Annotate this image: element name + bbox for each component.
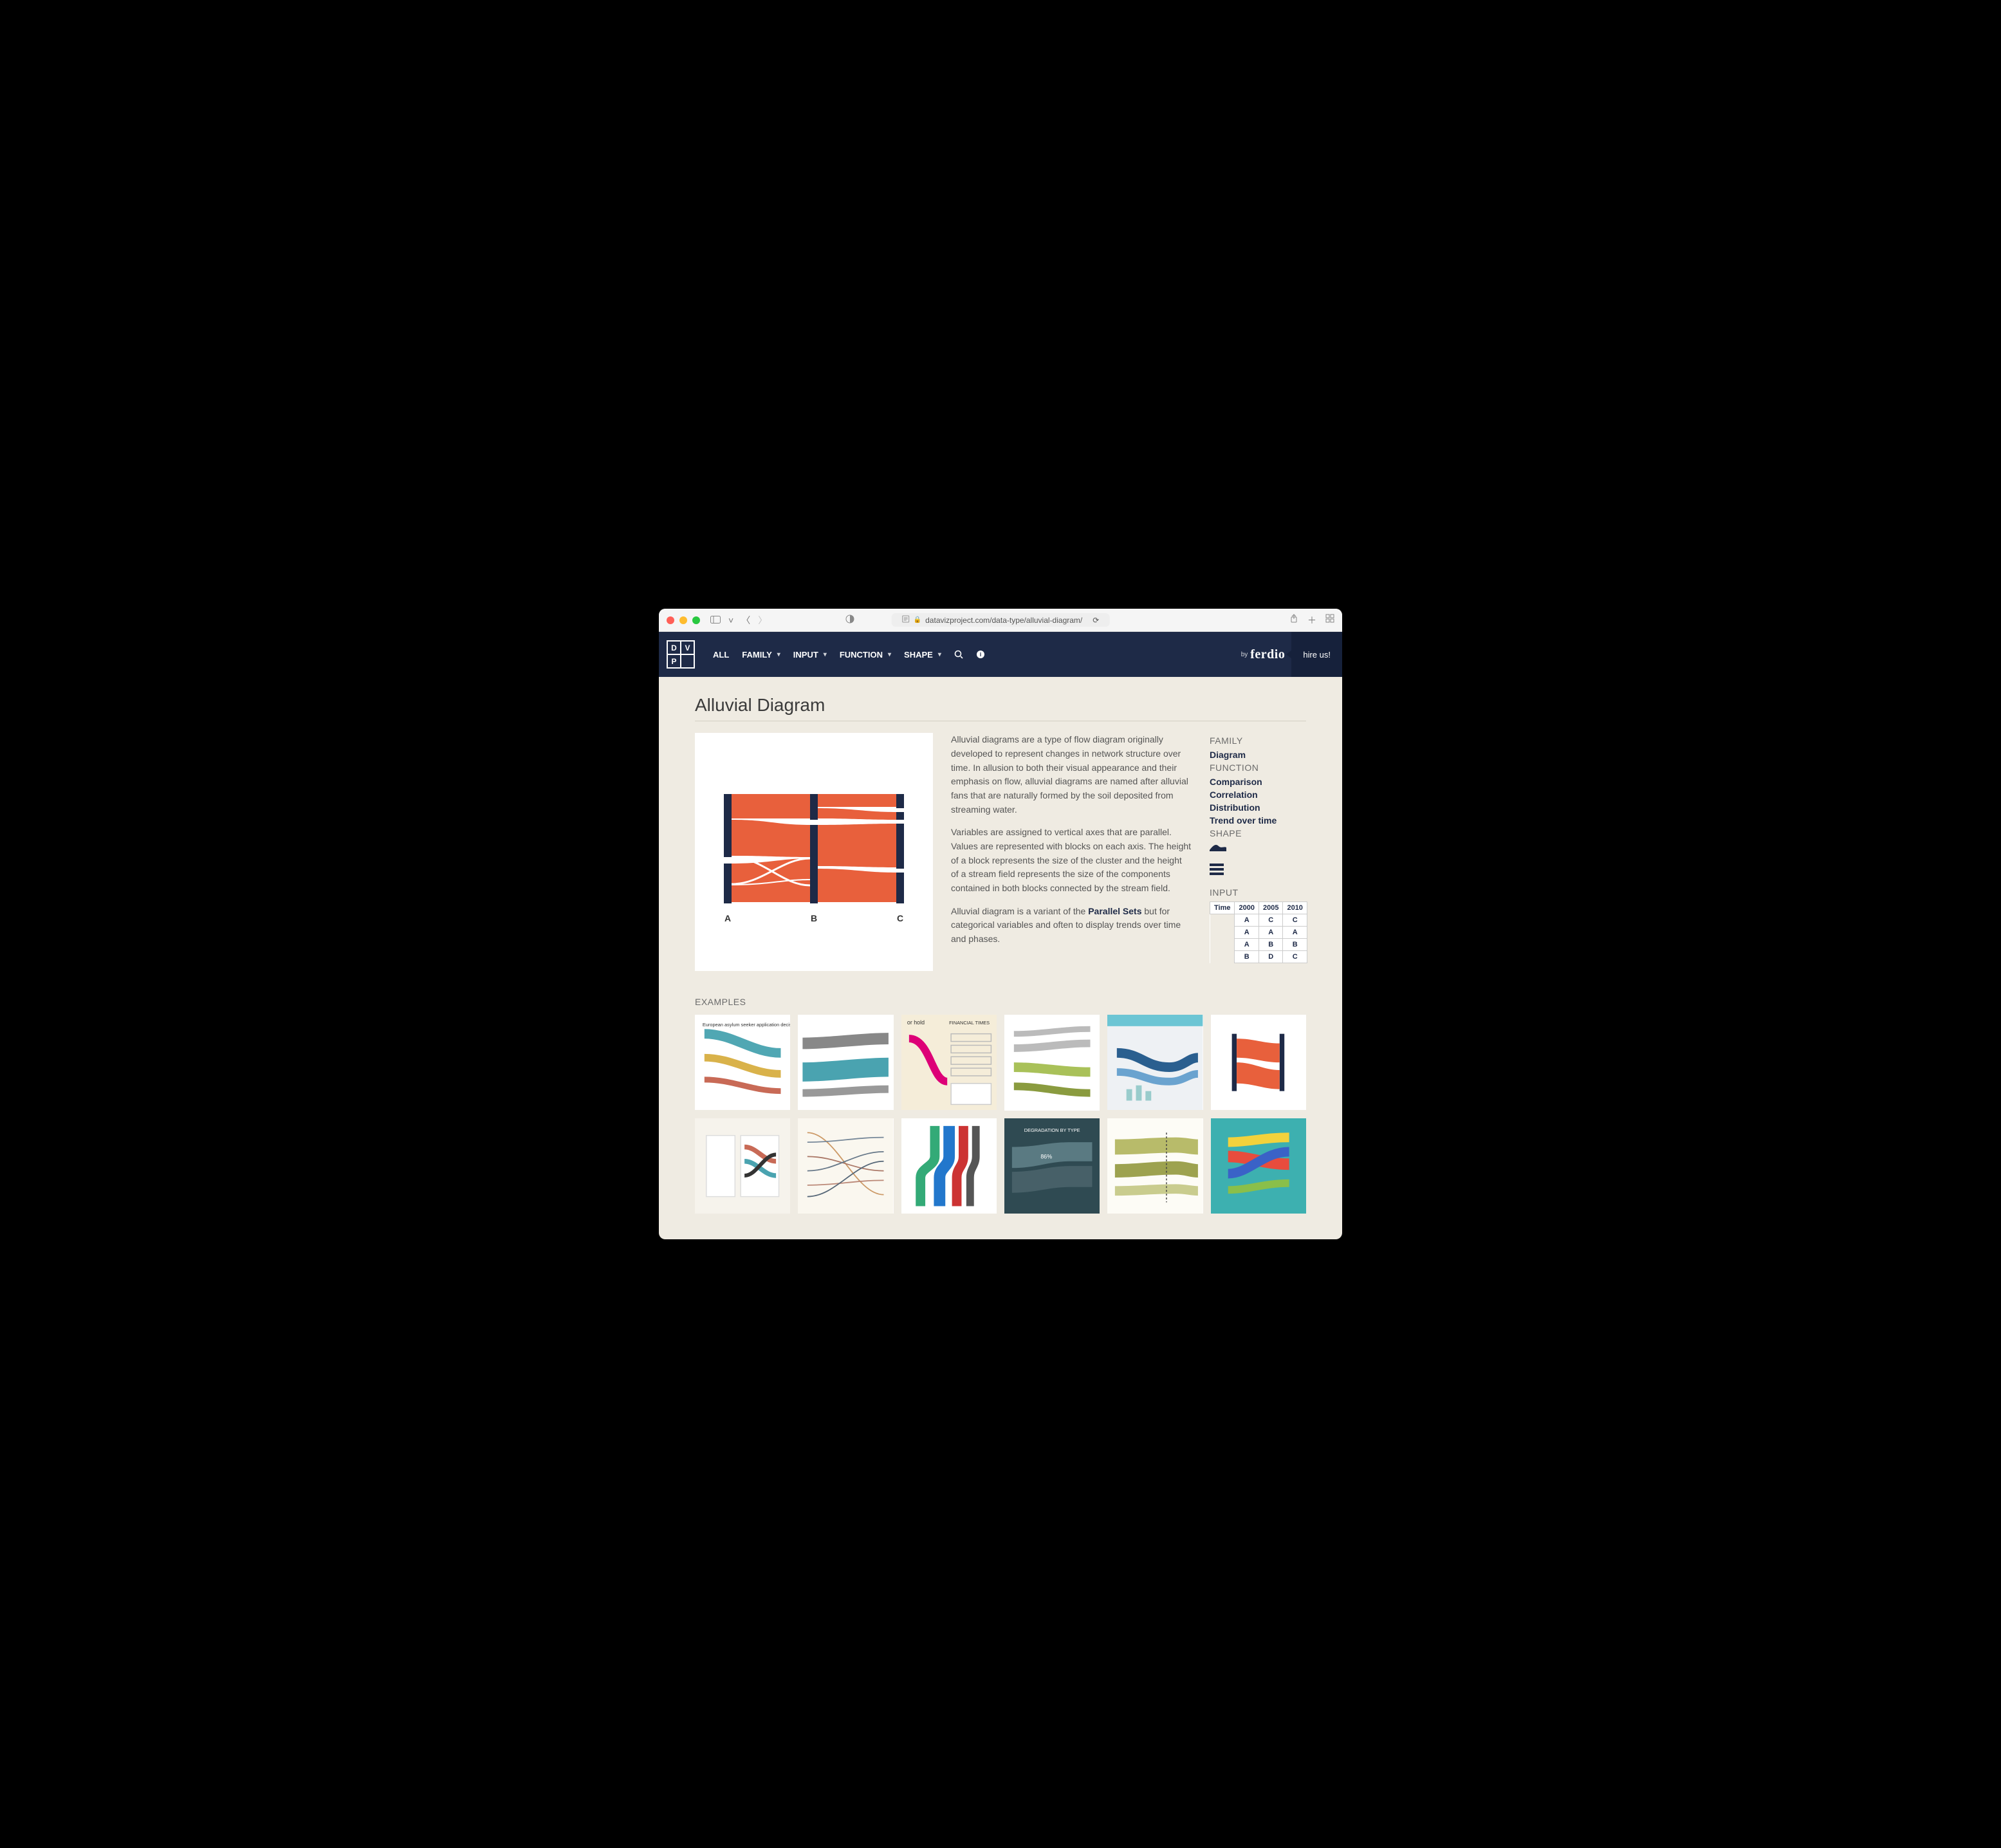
reader-icon[interactable]	[902, 615, 910, 625]
nav-all[interactable]: ALL	[706, 645, 735, 665]
nav-family[interactable]: FAMILY	[735, 645, 787, 665]
shape-area-icon[interactable]	[1210, 842, 1306, 855]
nav-shape[interactable]: SHAPE	[898, 645, 948, 665]
svg-text:DEGRADATION BY TYPE: DEGRADATION BY TYPE	[1024, 1127, 1080, 1132]
search-icon[interactable]	[948, 645, 970, 664]
address-bar[interactable]: 🔒 datavizproject.com/data-type/alluvial-…	[892, 613, 1110, 627]
by-ferdio[interactable]: by ferdio	[1241, 647, 1286, 662]
site-navbar: DVP ALL FAMILY INPUT FUNCTION SHAPE i by…	[659, 632, 1342, 677]
description: Alluvial diagrams are a type of flow dia…	[951, 733, 1192, 971]
example-thumb[interactable]	[901, 1118, 997, 1214]
shape-label: SHAPE	[1210, 828, 1306, 838]
function-trend-link[interactable]: Trend over time	[1210, 815, 1306, 826]
url-text: datavizproject.com/data-type/alluvial-di…	[925, 616, 1082, 625]
input-label: INPUT	[1210, 887, 1306, 898]
shape-bars-icon[interactable]	[1210, 864, 1306, 878]
function-comparison-link[interactable]: Comparison	[1210, 777, 1306, 787]
axis-c-label: C	[897, 913, 903, 923]
paragraph-3: Alluvial diagram is a variant of the Par…	[951, 905, 1192, 947]
paragraph-1: Alluvial diagrams are a type of flow dia…	[951, 733, 1192, 817]
parallel-sets-link[interactable]: Parallel Sets	[1088, 906, 1141, 916]
example-thumb[interactable]	[1004, 1015, 1100, 1110]
function-correlation-link[interactable]: Correlation	[1210, 790, 1306, 800]
svg-text:or hold: or hold	[907, 1019, 925, 1026]
svg-text:European asylum seeker applica: European asylum seeker application decis…	[703, 1022, 790, 1028]
lock-icon: 🔒	[914, 616, 921, 624]
example-thumb[interactable]	[798, 1118, 893, 1214]
examples-grid: European asylum seeker application decis…	[695, 1015, 1306, 1214]
hero-diagram: A B C	[695, 733, 933, 971]
svg-text:FINANCIAL TIMES: FINANCIAL TIMES	[949, 1020, 990, 1026]
family-label: FAMILY	[1210, 735, 1306, 746]
example-thumb[interactable]	[1211, 1015, 1306, 1110]
sidebar-toggle-icon[interactable]	[710, 615, 721, 625]
refresh-icon[interactable]: ⟳	[1093, 616, 1099, 625]
back-button[interactable]: 〈	[741, 614, 750, 627]
traffic-lights	[667, 616, 700, 624]
example-thumb[interactable]	[1211, 1118, 1306, 1214]
page-content: Alluvial Diagram	[659, 677, 1342, 1239]
hire-us-button[interactable]: hire us!	[1291, 632, 1342, 677]
function-label: FUNCTION	[1210, 762, 1306, 773]
svg-text:86%: 86%	[1040, 1153, 1052, 1160]
new-tab-icon[interactable]: ＋	[1307, 614, 1316, 627]
example-thumb[interactable]	[1107, 1015, 1203, 1110]
input-table: Time 2000 2005 2010 ACC AAA ABB BDC	[1210, 901, 1307, 963]
example-thumb[interactable]: DEGRADATION BY TYPE 86%	[1004, 1118, 1100, 1214]
example-thumb[interactable]	[695, 1118, 790, 1214]
maximize-window-button[interactable]	[692, 616, 700, 624]
share-icon[interactable]	[1289, 614, 1298, 627]
axis-a-label: A	[724, 913, 731, 923]
meta-sidebar: FAMILY Diagram FUNCTION Comparison Corre…	[1210, 733, 1306, 971]
example-thumb[interactable]	[1107, 1118, 1203, 1214]
example-thumb[interactable]	[798, 1015, 893, 1110]
examples-label: EXAMPLES	[695, 997, 1306, 1007]
close-window-button[interactable]	[667, 616, 674, 624]
example-thumb[interactable]: or hold FINANCIAL TIMES	[901, 1015, 997, 1110]
info-icon[interactable]: i	[970, 645, 991, 664]
family-diagram-link[interactable]: Diagram	[1210, 750, 1306, 760]
logo[interactable]: DVP	[667, 640, 695, 669]
nav-input[interactable]: INPUT	[787, 645, 833, 665]
tabs-icon[interactable]	[1325, 614, 1334, 627]
axis-b-label: B	[811, 913, 817, 923]
page-title: Alluvial Diagram	[695, 695, 1306, 716]
nav-function[interactable]: FUNCTION	[833, 645, 898, 665]
shield-icon[interactable]	[845, 614, 854, 625]
forward-button[interactable]: 〉	[758, 614, 767, 627]
paragraph-2: Variables are assigned to vertical axes …	[951, 826, 1192, 895]
chevron-down-icon[interactable]: ˅	[728, 615, 733, 625]
svg-text:i: i	[980, 651, 982, 658]
browser-window: ˅ 〈 〉 🔒 datavizproject.com/data-type/all…	[659, 609, 1342, 1239]
function-distribution-link[interactable]: Distribution	[1210, 802, 1306, 813]
minimize-window-button[interactable]	[679, 616, 687, 624]
example-thumb[interactable]: European asylum seeker application decis…	[695, 1015, 790, 1110]
titlebar: ˅ 〈 〉 🔒 datavizproject.com/data-type/all…	[659, 609, 1342, 632]
